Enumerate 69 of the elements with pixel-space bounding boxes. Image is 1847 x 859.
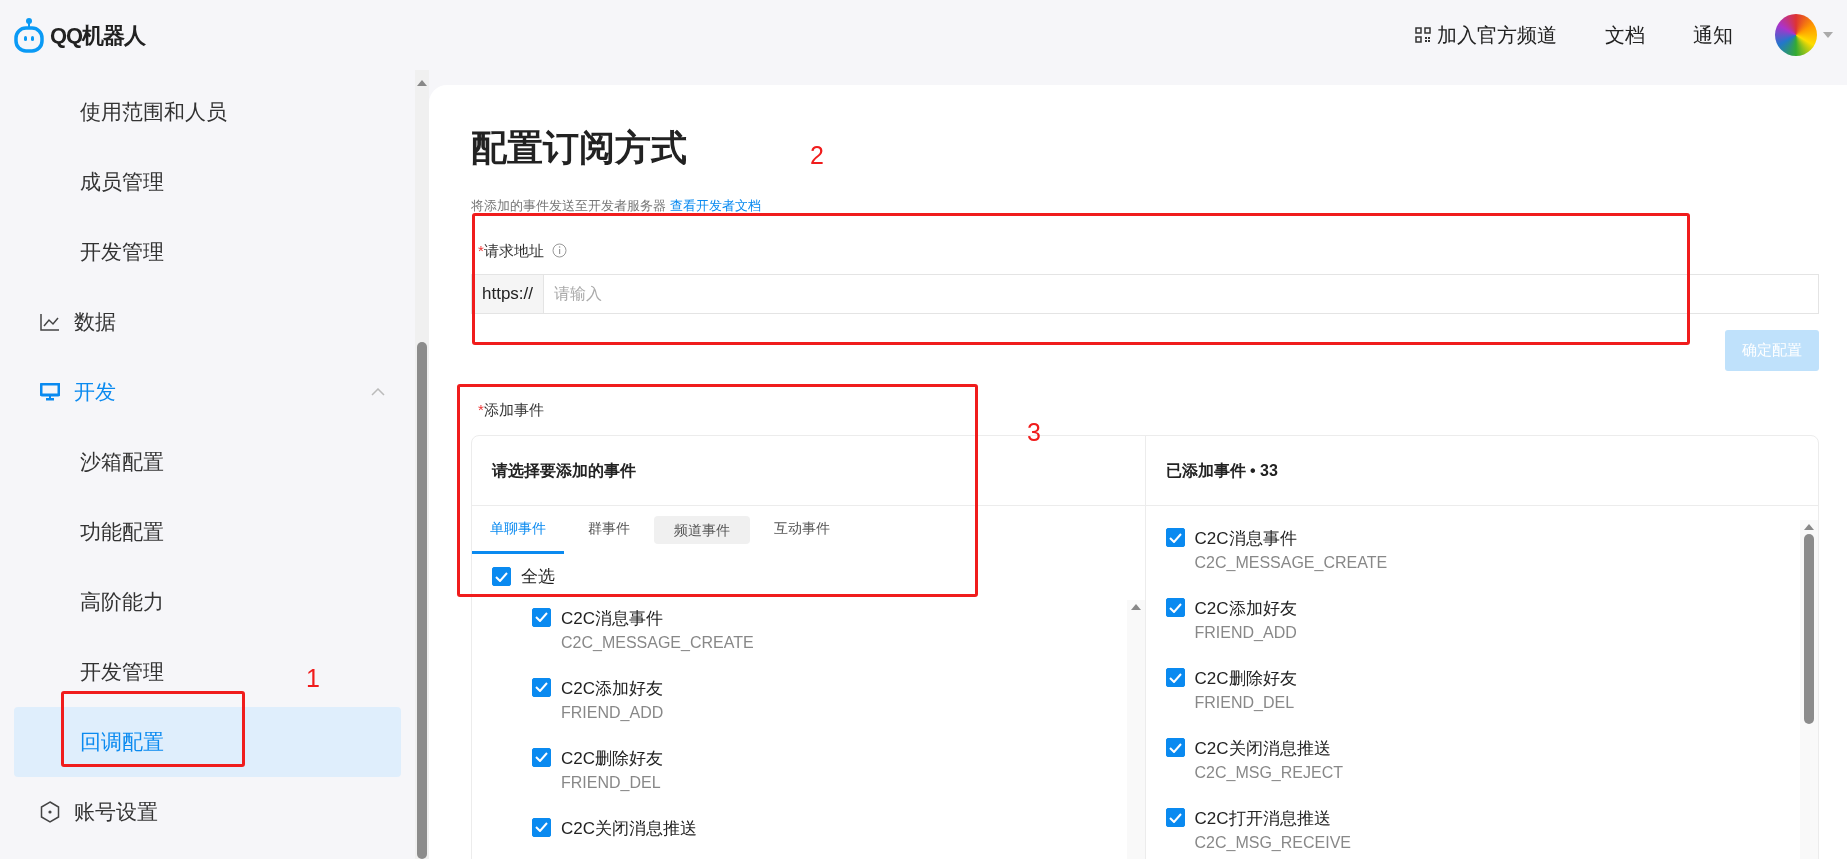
checkbox[interactable]: [1165, 738, 1185, 757]
scroll-up-icon: [1804, 524, 1814, 530]
annotation-number: 1: [306, 663, 320, 694]
logo-text: QQ机器人: [50, 21, 146, 50]
checkbox[interactable]: [532, 607, 551, 627]
sidebar-item[interactable]: 高阶能力: [80, 586, 164, 618]
event-code: C2C_MESSAGE_CREATE: [1194, 553, 1388, 573]
caret-icon: [1823, 32, 1833, 38]
event-name: C2C打开消息推送: [1194, 808, 1332, 830]
nav-link[interactable]: 文档: [1605, 20, 1645, 50]
sidebar-item[interactable]: 使用范围和人员: [80, 96, 227, 128]
url-prefix: https://: [472, 275, 545, 313]
subtitle-text: 将添加的事件发送至开发者服务器 查看开发者文档: [471, 197, 761, 215]
checkbox[interactable]: [532, 747, 551, 767]
checkbox[interactable]: [1165, 668, 1185, 687]
event-name: C2C消息事件: [561, 607, 664, 630]
scrollbar-thumb[interactable]: [417, 342, 427, 859]
event-name: C2C添加好友: [1194, 598, 1297, 620]
scrollbar-thumb[interactable]: [1804, 534, 1814, 724]
annotation-number: 2: [810, 140, 824, 171]
url-field[interactable]: https:// 请输入: [471, 274, 1819, 314]
event-code: FRIEND_DEL: [561, 772, 662, 793]
sidebar-group[interactable]: 账号设置: [14, 777, 401, 847]
sidebar-item[interactable]: 功能配置: [80, 516, 164, 548]
event-code: FRIEND_ADD: [561, 702, 664, 723]
monitor-icon: [40, 383, 60, 401]
event-name: C2C删除好友: [561, 747, 663, 770]
robot-icon: [14, 17, 44, 53]
event-code: C2C_MSG_RECEIVE: [1194, 833, 1351, 853]
event-code: C2C_MESSAGE_CREATE: [561, 632, 754, 653]
chevron-up-icon: [371, 388, 385, 396]
avatar[interactable]: [1775, 14, 1817, 56]
doc-link[interactable]: 查看开发者文档: [669, 198, 761, 213]
line-chart-icon: [40, 313, 60, 331]
tab[interactable]: 频道事件: [654, 516, 750, 544]
event-code: FRIEND_DEL: [1194, 693, 1296, 713]
checkbox[interactable]: [532, 817, 551, 837]
info-icon: [551, 243, 567, 259]
grid-icon: [1415, 27, 1431, 43]
event-name: C2C删除好友: [1194, 668, 1297, 690]
sidebar-item[interactable]: 成员管理: [80, 166, 164, 198]
tab[interactable]: 单聊事件: [472, 506, 564, 554]
scroll-up-icon: [1130, 603, 1141, 610]
checkbox[interactable]: [1165, 528, 1185, 547]
panel-title: 已添加事件 • 33: [1145, 436, 1818, 506]
nav-link[interactable]: 加入官方频道: [1415, 20, 1557, 50]
event-name: C2C关闭消息推送: [1194, 738, 1332, 760]
checkbox[interactable]: [1165, 598, 1185, 617]
event-code: C2C_MSG_REJECT: [1194, 763, 1343, 783]
event-name: C2C关闭消息推送: [561, 817, 697, 840]
sidebar-group[interactable]: 数据: [14, 287, 401, 357]
nav-link[interactable]: 通知: [1693, 20, 1733, 50]
tab[interactable]: 互动事件: [754, 506, 850, 554]
sidebar-item[interactable]: 开发管理: [80, 236, 164, 268]
sidebar-item[interactable]: 沙箱配置: [80, 446, 164, 478]
checkbox[interactable]: [532, 677, 551, 697]
field-label: *添加事件: [478, 399, 544, 420]
checkbox[interactable]: [1165, 808, 1185, 827]
event-name: C2C添加好友: [561, 677, 664, 700]
page-title: 配置订阅方式: [471, 126, 687, 170]
scroll-up-icon: [417, 80, 427, 86]
checkbox[interactable]: [492, 567, 511, 587]
hexagon-icon: [40, 801, 60, 823]
tab[interactable]: 群事件: [568, 506, 650, 554]
event-code: FRIEND_ADD: [1194, 623, 1297, 643]
event-name: C2C消息事件: [1194, 528, 1298, 550]
checkbox-label: 全选: [521, 566, 555, 588]
sidebar-item[interactable]: 开发管理: [80, 656, 164, 688]
field-label: *请求地址: [478, 240, 544, 261]
